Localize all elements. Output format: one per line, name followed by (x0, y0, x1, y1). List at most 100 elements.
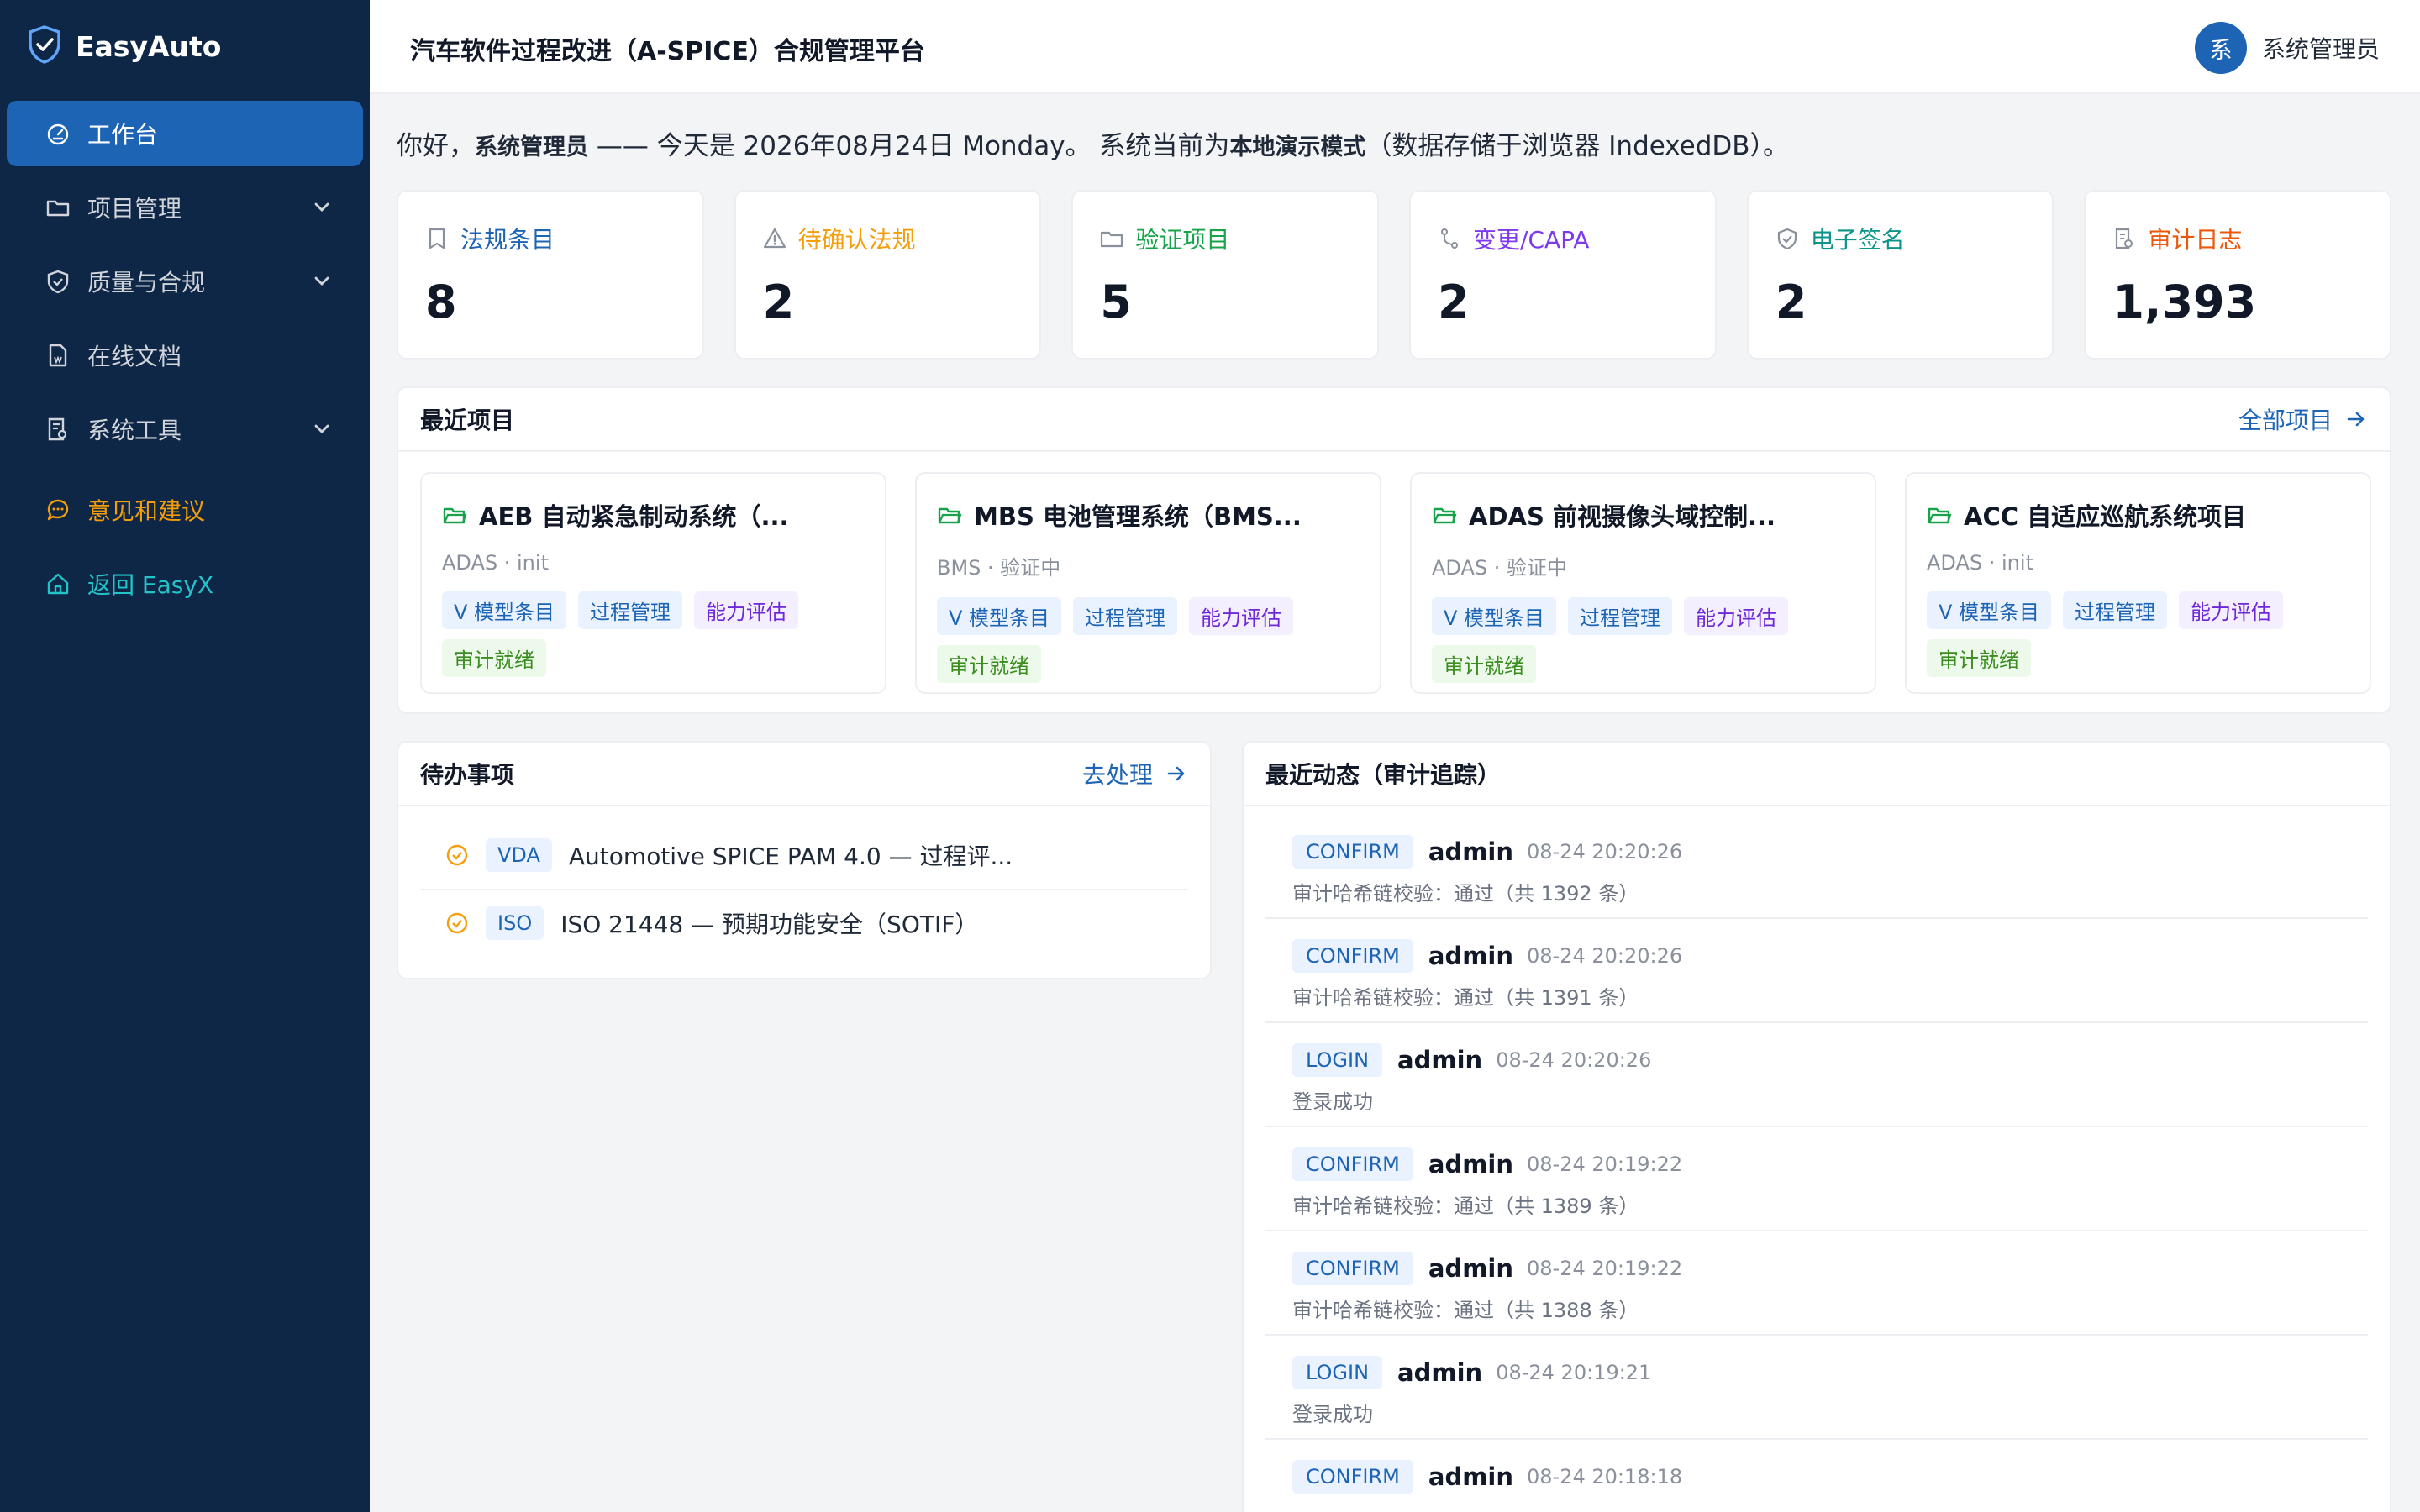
activity-type-badge: CONFIRM (1292, 1460, 1413, 1494)
sidebar-item-back-easyx[interactable]: 返回 EasyX (7, 551, 363, 617)
folder-open-icon (938, 507, 962, 524)
todo-tag: VDA (486, 838, 552, 872)
chevron-down-icon (314, 276, 329, 286)
activity-panel: 最近动态（审计追踪） CONFIRM admin 08-24 20:20:26 … (1242, 741, 2391, 1512)
activity-time: 08-24 20:20:26 (1496, 1048, 1652, 1072)
tag-capability[interactable]: 能力评估 (694, 591, 799, 629)
recent-projects-panel: 最近项目 全部项目 AEB 自动紧急制动系统（... ADAS · init V… (397, 386, 2391, 714)
tag-capability[interactable]: 能力评估 (2179, 591, 2284, 629)
sidebar-item-projects[interactable]: 项目管理 (7, 175, 363, 240)
sidebar-item-workbench[interactable]: 工作台 (7, 101, 363, 166)
activity-type-badge: CONFIRM (1292, 939, 1413, 973)
project-name: ACC 自适应巡航系统项目 (1964, 502, 2247, 531)
go-handle-link[interactable]: 去处理 (1082, 757, 1188, 790)
stat-label: 电子签名 (1810, 226, 1905, 254)
sidebar-item-label: 在线文档 (87, 343, 182, 370)
check-circle-icon (446, 844, 468, 866)
brand[interactable]: EasyAuto (27, 25, 221, 67)
folder-open-icon (443, 507, 467, 524)
tag-audit-ready[interactable]: 审计就绪 (1927, 639, 2031, 677)
tools-icon (45, 417, 71, 442)
greeting-storage: （数据存储于浏览器 IndexedDB）。 (1365, 131, 1790, 161)
stat-card-audit-log[interactable]: 审计日志 1,393 (2084, 190, 2392, 360)
activity-item: LOGIN admin 08-24 20:19:21 登录成功 (1265, 1336, 2368, 1440)
activity-item: CONFIRM admin 08-24 20:18:18 (1265, 1440, 2368, 1512)
tag-audit-ready[interactable]: 审计就绪 (442, 639, 546, 677)
shield-icon (45, 269, 71, 294)
activity-type-badge: CONFIRM (1292, 1252, 1413, 1285)
stat-label: 法规条目 (460, 226, 555, 254)
chevron-down-icon (314, 202, 329, 212)
tag-v-model[interactable]: V 模型条目 (1432, 597, 1557, 635)
project-name: AEB 自动紧急制动系统（... (479, 502, 789, 531)
panel-title: 最近项目 (420, 407, 515, 434)
bookmark-icon (429, 228, 445, 249)
stat-value: 2 (762, 276, 795, 328)
user-menu[interactable]: 系 系统管理员 (2194, 22, 2380, 74)
sidebar-item-label: 意见和建议 (87, 497, 206, 525)
git-branch-icon (1441, 228, 1459, 249)
stat-value: 1,393 (2112, 276, 2257, 328)
document-icon (45, 343, 71, 368)
tag-audit-ready[interactable]: 审计就绪 (937, 645, 1041, 683)
project-meta: BMS · 验证中 (937, 556, 1061, 580)
link-label: 全部项目 (2238, 407, 2333, 434)
project-card[interactable]: ACC 自适应巡航系统项目 ADAS · init V 模型条目 过程管理 能力… (1905, 472, 2371, 694)
tag-capability[interactable]: 能力评估 (1189, 597, 1294, 635)
stat-card-pending-regulations[interactable]: 待确认法规 2 (734, 190, 1042, 360)
activity-time: 08-24 20:18:18 (1527, 1465, 1683, 1488)
todo-item[interactable]: VDA Automotive SPICE PAM 4.0 — 过程评... (420, 822, 1188, 889)
todo-text: ISO 21448 — 预期功能安全（SOTIF） (560, 911, 979, 938)
brand-name: EasyAuto (76, 29, 222, 63)
sidebar-item-docs[interactable]: 在线文档 (7, 323, 363, 388)
sidebar-item-feedback[interactable]: 意见和建议 (7, 477, 363, 543)
project-card[interactable]: AEB 自动紧急制动系统（... ADAS · init V 模型条目 过程管理… (420, 472, 886, 694)
all-projects-link[interactable]: 全部项目 (2238, 402, 2368, 436)
activity-item: CONFIRM admin 08-24 20:20:26 审计哈希链校验：通过（… (1265, 919, 2368, 1023)
sidebar-item-label: 工作台 (87, 121, 159, 149)
audit-icon (2116, 228, 2133, 249)
activity-type-badge: LOGIN (1292, 1356, 1383, 1389)
stat-card-e-signature[interactable]: 电子签名 2 (1746, 190, 2054, 360)
tag-process[interactable]: 过程管理 (578, 591, 683, 629)
warning-icon (763, 228, 786, 249)
stat-card-validation-projects[interactable]: 验证项目 5 (1071, 190, 1380, 360)
stat-card-regulations[interactable]: 法规条目 8 (397, 190, 704, 360)
brand-shield-icon (27, 24, 62, 68)
panel-title: 待办事项 (420, 761, 515, 789)
sidebar-item-label: 系统工具 (87, 417, 182, 444)
tag-v-model[interactable]: V 模型条目 (1927, 591, 2052, 629)
folder-icon (45, 195, 71, 220)
todo-panel: 待办事项 去处理 VDA Automotive SPICE PAM 4.0 — … (397, 741, 1212, 979)
activity-desc: 审计哈希链校验：通过（共 1388 条） (1292, 1299, 1639, 1322)
tag-process[interactable]: 过程管理 (1073, 597, 1178, 635)
avatar: 系 (2194, 22, 2247, 74)
activity-time: 08-24 20:19:22 (1527, 1152, 1683, 1176)
tag-process[interactable]: 过程管理 (1568, 597, 1673, 635)
activity-type-badge: CONFIRM (1292, 835, 1413, 869)
project-card[interactable]: ADAS 前视摄像头域控制... ADAS · 验证中 V 模型条目 过程管理 … (1410, 472, 1876, 694)
tag-v-model[interactable]: V 模型条目 (442, 591, 567, 629)
tag-capability[interactable]: 能力评估 (1684, 597, 1789, 635)
stat-card-change-capa[interactable]: 变更/CAPA 2 (1409, 190, 1717, 360)
sidebar-item-tools[interactable]: 系统工具 (7, 396, 363, 462)
project-card[interactable]: MBS 电池管理系统（BMS... BMS · 验证中 V 模型条目 过程管理 … (915, 472, 1381, 694)
activity-item: CONFIRM admin 08-24 20:19:22 审计哈希链校验：通过（… (1265, 1127, 2368, 1231)
stat-value: 5 (1100, 276, 1132, 328)
tag-audit-ready[interactable]: 审计就绪 (1432, 645, 1536, 683)
activity-time: 08-24 20:20:26 (1527, 944, 1683, 968)
activity-desc: 审计哈希链校验：通过（共 1392 条） (1292, 882, 1639, 906)
project-meta: ADAS · init (442, 551, 549, 575)
activity-user: admin (1428, 837, 1514, 866)
tag-v-model[interactable]: V 模型条目 (937, 597, 1062, 635)
activity-type-badge: CONFIRM (1292, 1147, 1413, 1181)
sidebar-item-quality[interactable]: 质量与合规 (7, 249, 363, 314)
tag-process[interactable]: 过程管理 (2063, 591, 2168, 629)
stat-label: 审计日志 (2148, 226, 2243, 254)
activity-time: 08-24 20:19:21 (1496, 1361, 1652, 1384)
folder-open-icon (1433, 507, 1457, 524)
activity-user: admin (1428, 1150, 1514, 1179)
todo-text: Automotive SPICE PAM 4.0 — 过程评... (568, 843, 1013, 870)
arrow-right-icon (2347, 412, 2365, 427)
todo-item[interactable]: ISO ISO 21448 — 预期功能安全（SOTIF） (420, 889, 1188, 956)
